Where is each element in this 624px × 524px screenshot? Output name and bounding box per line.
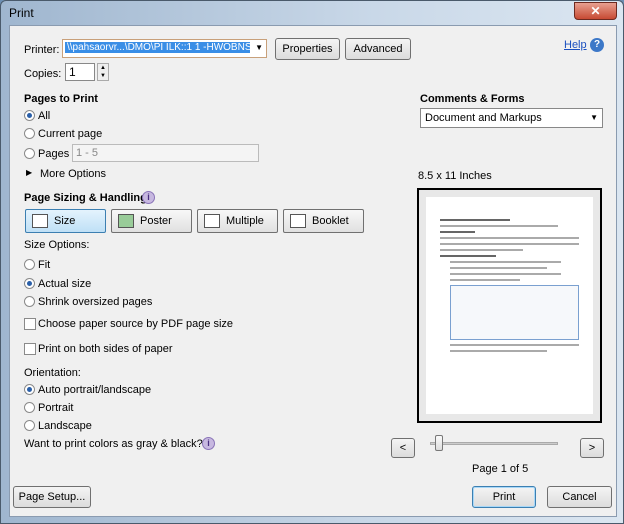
info-icon[interactable]: i — [142, 191, 155, 204]
pages-range-input[interactable]: 1 - 5 — [72, 144, 259, 162]
multiple-button[interactable]: Multiple — [197, 209, 278, 233]
fit-radio[interactable] — [24, 259, 35, 270]
current-page-label: Current page — [38, 128, 103, 140]
shrink-label: Shrink oversized pages — [38, 296, 153, 308]
comments-value: Document and Markups — [425, 112, 542, 124]
preview-page — [426, 197, 593, 414]
poster-icon — [118, 214, 134, 228]
comments-select[interactable]: Document and Markups ▼ — [420, 108, 603, 128]
comments-header: Comments & Forms — [420, 93, 525, 105]
pages-header: Pages to Print — [24, 93, 98, 105]
page-preview — [417, 188, 602, 423]
orientation-label: Orientation: — [24, 367, 81, 379]
close-button[interactable]: ✕ — [574, 2, 617, 20]
copies-input[interactable]: 1 — [65, 63, 95, 81]
page-status: Page 1 of 5 — [472, 463, 529, 475]
help-icon[interactable]: ? — [590, 38, 604, 52]
booklet-icon — [290, 214, 306, 228]
paper-size-label: 8.5 x 11 Inches — [418, 170, 492, 182]
poster-button[interactable]: Poster — [111, 209, 192, 233]
print-button[interactable]: Print — [472, 486, 536, 508]
help-link[interactable]: Help — [564, 39, 587, 51]
size-icon — [32, 214, 48, 228]
dialog-body: Printer: \\pahsaorvr...\DMO\PI ILK::1 1 … — [9, 25, 617, 517]
actual-size-label: Actual size — [38, 278, 92, 290]
landscape-label: Landscape — [38, 420, 92, 432]
portrait-radio[interactable] — [24, 402, 35, 413]
paper-source-checkbox[interactable] — [24, 318, 36, 330]
next-page-button[interactable]: > — [580, 438, 604, 458]
both-sides-checkbox[interactable] — [24, 343, 36, 355]
auto-orientation-label: Auto portrait/landscape — [38, 384, 152, 396]
page-slider-thumb[interactable] — [435, 435, 443, 451]
window-title: Print — [9, 6, 34, 20]
info-icon[interactable]: i — [202, 437, 215, 450]
auto-orientation-radio[interactable] — [24, 384, 35, 395]
size-options-label: Size Options: — [24, 239, 90, 251]
multiple-label: Multiple — [226, 215, 264, 227]
portrait-label: Portrait — [38, 402, 74, 414]
pages-range-label: Pages — [38, 148, 70, 160]
pages-range-radio[interactable] — [24, 148, 35, 159]
copies-stepper[interactable]: ▲ ▼ — [97, 63, 109, 81]
preview-screenshot — [450, 285, 579, 340]
poster-label: Poster — [140, 215, 172, 227]
page-setup-button[interactable]: Page Setup... — [13, 486, 91, 508]
printer-value: \\pahsaorvr...\DMO\PI ILK::1 1 -HWOBNS — [65, 42, 250, 53]
previous-page-button[interactable]: < — [391, 438, 415, 458]
pages-all-radio[interactable] — [24, 110, 35, 121]
chevron-down-icon: ▼ — [590, 113, 598, 122]
print-dialog: Print ✕ Printer: \\pahsaorvr...\DMO\PI I… — [0, 0, 624, 524]
chevron-down-icon: ▼ — [255, 43, 263, 52]
sizing-header: Page Sizing & Handling — [24, 192, 147, 204]
landscape-radio[interactable] — [24, 420, 35, 431]
booklet-button[interactable]: Booklet — [283, 209, 364, 233]
printer-label: Printer: — [24, 44, 60, 56]
size-button[interactable]: Size — [25, 209, 106, 233]
gray-question: Want to print colors as gray & black? — [24, 438, 203, 450]
booklet-label: Booklet — [312, 215, 349, 227]
current-page-radio[interactable] — [24, 128, 35, 139]
pages-all-label: All — [38, 110, 51, 122]
page-slider[interactable] — [430, 442, 558, 445]
copies-label: Copies: — [24, 68, 62, 80]
cancel-button[interactable]: Cancel — [547, 486, 612, 508]
paper-source-label: Choose paper source by PDF page size — [38, 318, 234, 330]
size-label: Size — [54, 215, 76, 227]
expand-triangle-icon[interactable]: ▶ — [26, 168, 32, 177]
both-sides-label: Print on both sides of paper — [38, 343, 173, 355]
shrink-radio[interactable] — [24, 296, 35, 307]
multiple-icon — [204, 214, 220, 228]
more-options-toggle[interactable]: More Options — [40, 168, 106, 180]
advanced-button[interactable]: Advanced — [345, 38, 411, 60]
printer-select[interactable]: \\pahsaorvr...\DMO\PI ILK::1 1 -HWOBNS ▼ — [62, 39, 267, 58]
fit-label: Fit — [38, 259, 51, 271]
properties-button[interactable]: Properties — [275, 38, 340, 60]
actual-size-radio[interactable] — [24, 278, 35, 289]
